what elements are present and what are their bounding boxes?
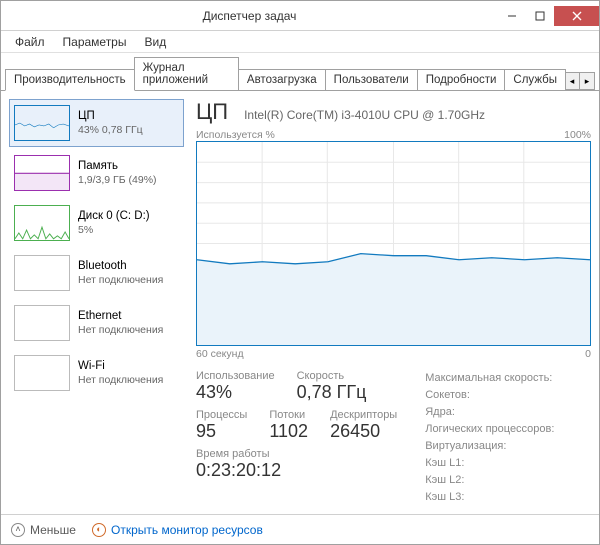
close-button[interactable] <box>554 6 599 26</box>
speed-value: 0,78 ГГц <box>297 382 367 403</box>
sidebar-item-bluetooth[interactable]: Bluetooth Нет подключения <box>9 249 184 297</box>
sidebar-item-label: Диск 0 (C: D:) <box>78 209 150 224</box>
disk-thumb-icon <box>14 205 70 241</box>
footer: ˄ Меньше ◐ Открыть монитор ресурсов <box>1 514 599 544</box>
graph-xlabel-left: 60 секунд <box>196 348 244 360</box>
main-panel: ЦП Intel(R) Core(TM) i3-4010U CPU @ 1.70… <box>196 99 591 506</box>
uptime-value: 0:23:20:12 <box>196 460 397 481</box>
sidebar-item-label: Память <box>78 159 157 174</box>
tab-details[interactable]: Подробности <box>417 69 506 90</box>
detail-l1: Кэш L1: <box>425 455 554 472</box>
maximize-button[interactable] <box>526 6 554 26</box>
sidebar-item-text: Диск 0 (C: D:) 5% <box>78 209 150 238</box>
sidebar-item-memory[interactable]: Память 1,9/3,9 ГБ (49%) <box>9 149 184 197</box>
graph-bottom-labels: 60 секунд 0 <box>196 348 591 360</box>
graph-ylabel: Используется % <box>196 129 275 141</box>
sidebar-item-label: Wi-Fi <box>78 359 163 374</box>
usage-label: Использование <box>196 370 275 382</box>
detail-max-speed: Максимальная скорость: <box>425 370 554 387</box>
sidebar-item-label: ЦП <box>78 109 143 124</box>
sidebar-item-disk0[interactable]: Диск 0 (C: D:) 5% <box>9 199 184 247</box>
detail-l3: Кэш L3: <box>425 489 554 506</box>
sidebar-item-text: Bluetooth Нет подключения <box>78 259 163 288</box>
threads-value: 1102 <box>269 421 308 442</box>
ethernet-thumb-icon <box>14 305 70 341</box>
tab-app-history[interactable]: Журнал приложений <box>134 57 239 90</box>
tab-services[interactable]: Службы <box>504 69 566 90</box>
memory-thumb-icon <box>14 155 70 191</box>
window-controls <box>498 6 599 26</box>
tab-nav: ◂ ▸ <box>565 72 595 90</box>
sidebar-item-label: Ethernet <box>78 309 163 324</box>
sidebar-item-sub: 43% 0,78 ГГц <box>78 124 143 138</box>
chevron-up-icon: ˄ <box>11 523 25 537</box>
processes-value: 95 <box>196 421 247 442</box>
handles-value: 26450 <box>330 421 397 442</box>
processes-label: Процессы <box>196 409 247 421</box>
sidebar-item-sub: Нет подключения <box>78 324 163 338</box>
menu-options[interactable]: Параметры <box>55 33 135 51</box>
handles-label: Дескрипторы <box>330 409 397 421</box>
sidebar-item-sub: 1,9/3,9 ГБ (49%) <box>78 174 157 188</box>
fewer-details-button[interactable]: ˄ Меньше <box>11 523 76 537</box>
sidebar: ЦП 43% 0,78 ГГц Память 1,9/3,9 ГБ (49%) <box>9 99 184 506</box>
detail-sockets: Сокетов: <box>425 387 554 404</box>
fewer-label: Меньше <box>30 523 76 537</box>
sidebar-item-text: Ethernet Нет подключения <box>78 309 163 338</box>
threads-label: Потоки <box>269 409 308 421</box>
speed-label: Скорость <box>297 370 367 382</box>
detail-l2: Кэш L2: <box>425 472 554 489</box>
bluetooth-thumb-icon <box>14 255 70 291</box>
graph-top-labels: Используется % 100% <box>196 129 591 141</box>
menu-file[interactable]: Файл <box>7 33 53 51</box>
sidebar-item-sub: Нет подключения <box>78 374 163 388</box>
main-head: ЦП Intel(R) Core(TM) i3-4010U CPU @ 1.70… <box>196 99 591 125</box>
sidebar-item-text: Память 1,9/3,9 ГБ (49%) <box>78 159 157 188</box>
sidebar-item-text: Wi-Fi Нет подключения <box>78 359 163 388</box>
graph-ymax: 100% <box>564 129 591 141</box>
sidebar-item-cpu[interactable]: ЦП 43% 0,78 ГГц <box>9 99 184 147</box>
sidebar-item-ethernet[interactable]: Ethernet Нет подключения <box>9 299 184 347</box>
sidebar-item-wifi[interactable]: Wi-Fi Нет подключения <box>9 349 184 397</box>
detail-virt: Виртуализация: <box>425 438 554 455</box>
sidebar-item-sub: 5% <box>78 224 150 238</box>
cpu-usage-graph <box>196 141 591 346</box>
wifi-thumb-icon <box>14 355 70 391</box>
detail-logical: Логических процессоров: <box>425 421 554 438</box>
menu-view[interactable]: Вид <box>136 33 174 51</box>
cpu-thumb-icon <box>14 105 70 141</box>
stats-right: Максимальная скорость: Сокетов: Ядра: Ло… <box>425 370 554 506</box>
tabs-row: Производительность Журнал приложений Авт… <box>1 53 599 91</box>
tab-scroll-left-button[interactable]: ◂ <box>564 72 580 90</box>
sidebar-item-label: Bluetooth <box>78 259 163 274</box>
uptime-label: Время работы <box>196 448 397 460</box>
resource-monitor-icon: ◐ <box>92 523 106 537</box>
graph-xlabel-right: 0 <box>585 348 591 360</box>
detail-cores: Ядра: <box>425 404 554 421</box>
window-title: Диспетчер задач <box>1 9 498 23</box>
open-resource-monitor-link[interactable]: ◐ Открыть монитор ресурсов <box>92 523 263 537</box>
tab-scroll-right-button[interactable]: ▸ <box>579 72 595 90</box>
stats-left: Использование 43% Скорость 0,78 ГГц Проц… <box>196 370 397 506</box>
sidebar-item-text: ЦП 43% 0,78 ГГц <box>78 109 143 138</box>
resource-monitor-label: Открыть монитор ресурсов <box>111 523 263 537</box>
minimize-button[interactable] <box>498 6 526 26</box>
tab-performance[interactable]: Производительность <box>5 69 135 91</box>
page-title: ЦП <box>196 99 228 125</box>
menubar: Файл Параметры Вид <box>1 31 599 53</box>
usage-value: 43% <box>196 382 275 403</box>
page-subtitle: Intel(R) Core(TM) i3-4010U CPU @ 1.70GHz <box>244 108 485 122</box>
tab-startup[interactable]: Автозагрузка <box>238 69 326 90</box>
tab-users[interactable]: Пользователи <box>325 69 418 90</box>
content: ЦП 43% 0,78 ГГц Память 1,9/3,9 ГБ (49%) <box>1 91 599 514</box>
titlebar: Диспетчер задач <box>1 1 599 31</box>
stats-block: Использование 43% Скорость 0,78 ГГц Проц… <box>196 370 591 506</box>
sidebar-item-sub: Нет подключения <box>78 274 163 288</box>
